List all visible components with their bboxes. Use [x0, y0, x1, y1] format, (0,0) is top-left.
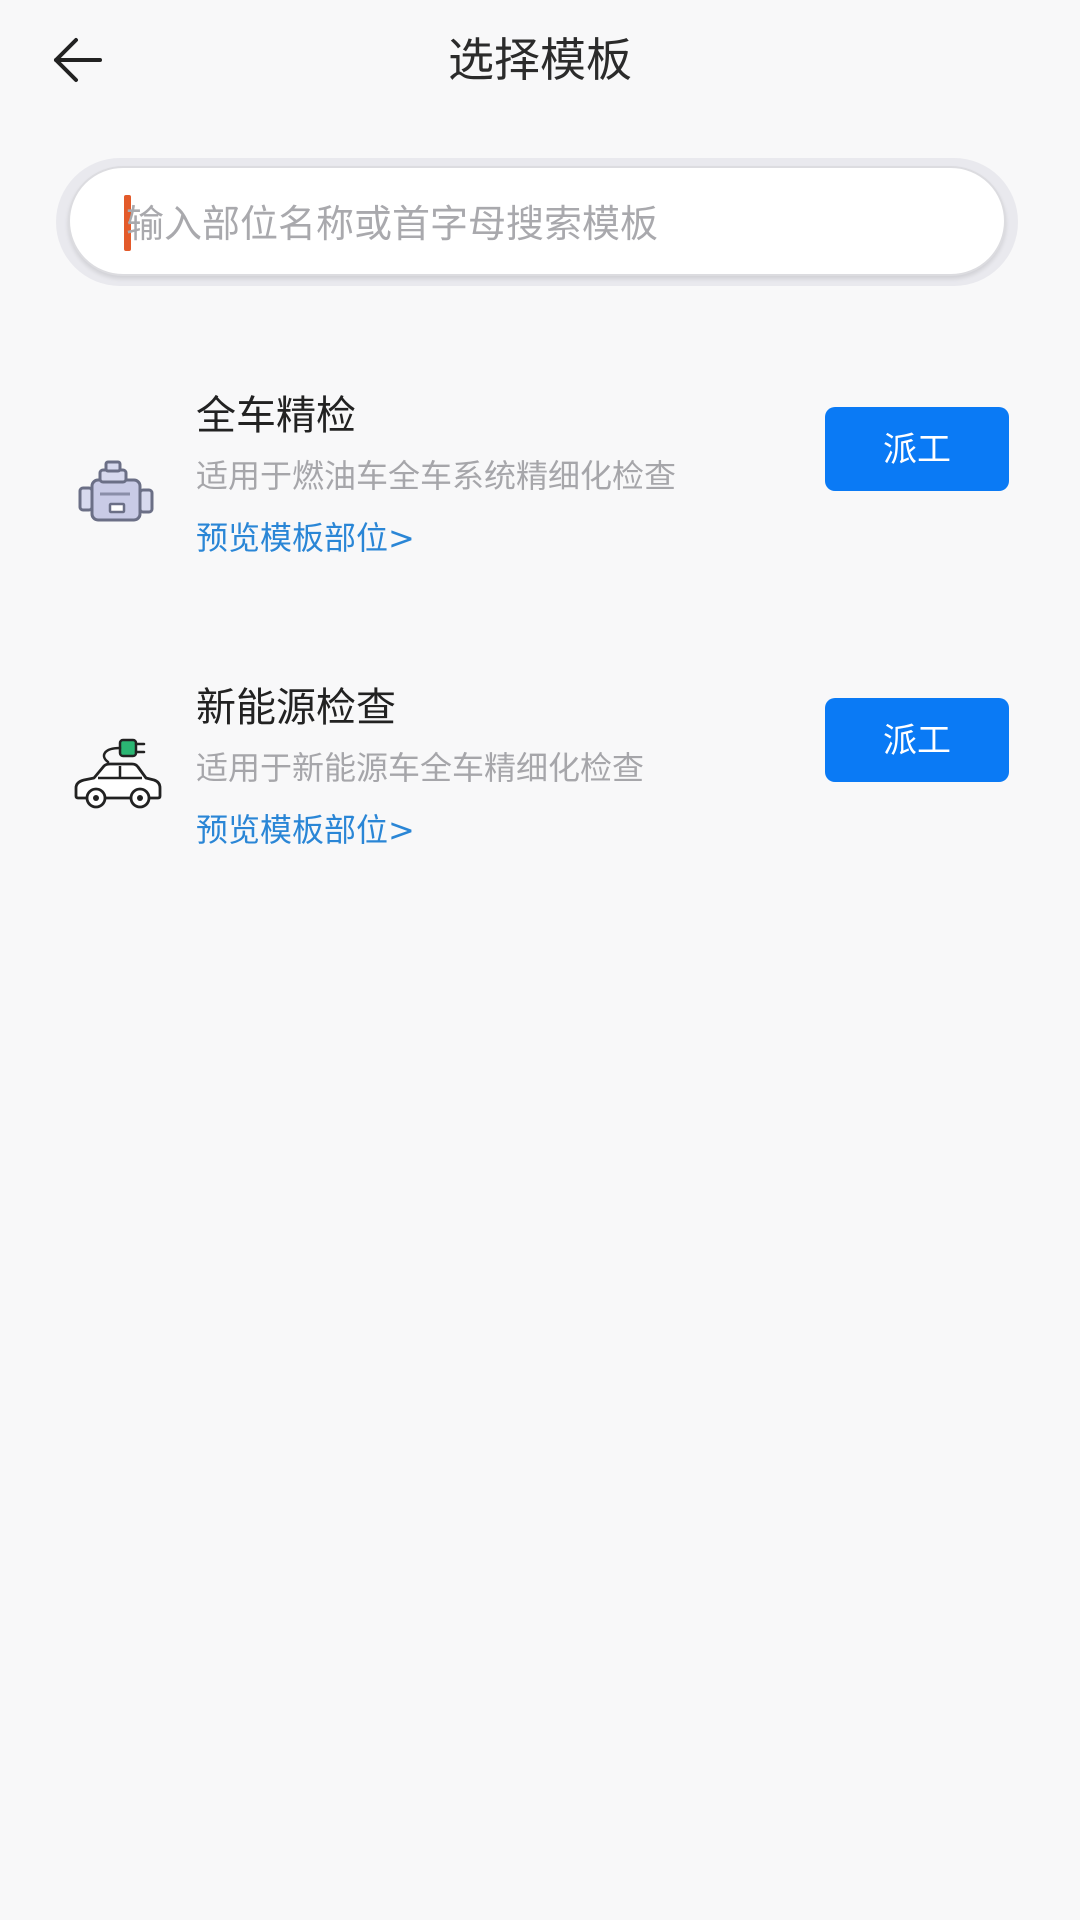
- search-input[interactable]: [126, 196, 986, 252]
- template-title: 新能源检查: [196, 685, 396, 731]
- header: 选择模板: [0, 0, 1080, 120]
- template-description: 适用于新能源车全车精细化检查: [196, 749, 645, 787]
- template-item-new-energy-inspection: 新能源检查 适用于新能源车全车精细化检查 预览模板部位> 派工: [0, 662, 1080, 882]
- page-title: 选择模板: [448, 33, 632, 87]
- preview-template-link[interactable]: 预览模板部位>: [196, 806, 415, 854]
- template-description: 适用于燃油车全车系统精细化检查: [196, 457, 677, 495]
- electric-car-icon: [74, 738, 162, 809]
- engine-icon: [78, 460, 154, 522]
- dispatch-button[interactable]: 派工: [825, 698, 1009, 782]
- template-item-full-inspection: 全车精检 适用于燃油车全车系统精细化检查 预览模板部位> 派工: [0, 370, 1080, 590]
- select-template-screen: 选择模板 全车精检 适用于燃油车全车系统精细化检查 预览模板部位> 派工: [0, 0, 1080, 1920]
- preview-template-link[interactable]: 预览模板部位>: [196, 514, 415, 562]
- template-title: 全车精检: [196, 393, 356, 439]
- dispatch-button[interactable]: 派工: [825, 407, 1009, 491]
